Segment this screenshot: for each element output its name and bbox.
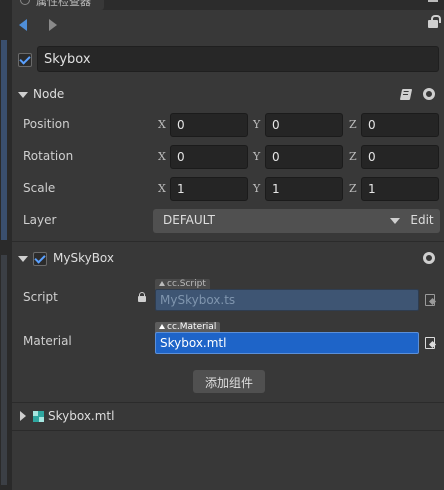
position-x-input[interactable]: 0	[170, 113, 248, 137]
material-asset-icon	[33, 411, 44, 422]
section-divider	[12, 430, 444, 431]
node-section-title: Node	[33, 87, 65, 101]
script-label: Script	[23, 290, 58, 304]
scale-x-input[interactable]: 1	[170, 177, 248, 201]
scale-y-input[interactable]: 1	[265, 177, 343, 201]
component-settings-gear-icon[interactable]	[423, 252, 435, 264]
lock-inspector-icon[interactable]	[428, 15, 441, 28]
scale-x-axis-label[interactable]: X	[158, 182, 166, 195]
scale-z-input[interactable]: 1	[361, 177, 439, 201]
material-asset-title: Skybox.mtl	[48, 409, 115, 423]
expand-triangle-icon[interactable]	[20, 411, 26, 421]
layer-label: Layer	[23, 213, 57, 227]
scene-edge-highlight	[1, 40, 7, 240]
add-component-button[interactable]: 添加组件	[193, 370, 265, 393]
myskybox-component-header[interactable]: MySkyBox	[12, 247, 444, 271]
rotation-y-axis-label[interactable]: Y	[253, 150, 260, 163]
navigation-bar	[12, 12, 444, 38]
rotation-y-input[interactable]: 0	[265, 145, 343, 169]
component-title: MySkyBox	[53, 251, 115, 265]
material-asset-section-header[interactable]: Skybox.mtl	[12, 405, 444, 429]
node-settings-gear-icon[interactable]	[423, 88, 435, 100]
panel-menu-icon[interactable]	[428, 0, 438, 2]
layer-select[interactable]: DEFAULT	[153, 209, 409, 233]
rotation-label: Rotation	[23, 149, 74, 163]
position-z-axis-label[interactable]: Z	[349, 118, 357, 131]
forward-arrow-icon[interactable]	[49, 19, 57, 31]
rotation-z-input[interactable]: 0	[361, 145, 439, 169]
position-x-axis-label[interactable]: X	[158, 118, 166, 131]
asset-tag-icon	[159, 281, 165, 286]
position-z-input[interactable]: 0	[361, 113, 439, 137]
scene-edge	[0, 0, 12, 490]
rotation-z-axis-label[interactable]: Z	[349, 150, 357, 163]
script-type-label: cc.Script	[167, 279, 206, 289]
layer-edit-button[interactable]: Edit	[404, 209, 440, 233]
back-arrow-icon[interactable]	[19, 19, 27, 31]
material-label: Material	[23, 334, 72, 348]
scale-label: Scale	[23, 181, 56, 195]
inspector-panel: 属性检查器 Skybox Node Position X 0 Y 0 Z 0 R…	[12, 0, 444, 490]
component-enabled-checkbox[interactable]	[33, 252, 47, 266]
asset-tag-icon	[159, 324, 165, 329]
position-y-axis-label[interactable]: Y	[253, 118, 260, 131]
scale-z-axis-label[interactable]: Z	[349, 182, 357, 195]
rotation-x-axis-label[interactable]: X	[158, 150, 166, 163]
panel-titlebar: 属性检查器	[12, 0, 444, 10]
script-asset-field: MySkybox.ts	[155, 289, 419, 311]
position-label: Position	[23, 117, 70, 131]
section-divider	[12, 402, 444, 403]
material-asset-field[interactable]: Skybox.mtl	[155, 332, 419, 354]
script-lock-icon	[138, 292, 146, 302]
collapse-triangle-icon[interactable]	[18, 256, 28, 262]
layer-select-value: DEFAULT	[163, 213, 215, 227]
rotation-x-input[interactable]: 0	[170, 145, 248, 169]
dropdown-caret-icon	[390, 218, 400, 224]
node-section-header[interactable]: Node	[12, 83, 444, 107]
scale-y-axis-label[interactable]: Y	[253, 182, 260, 195]
scene-edge-shade	[1, 255, 7, 485]
inspector-tab-title: 属性检查器	[36, 0, 91, 8]
material-type-label: cc.Material	[167, 322, 217, 332]
help-book-icon[interactable]	[399, 89, 413, 100]
locate-asset-icon[interactable]	[424, 292, 438, 308]
section-divider	[12, 241, 444, 242]
node-name-input[interactable]: Skybox	[37, 46, 439, 72]
collapse-triangle-icon[interactable]	[18, 92, 28, 98]
node-active-checkbox[interactable]	[18, 53, 32, 67]
position-y-input[interactable]: 0	[265, 113, 343, 137]
locate-asset-icon[interactable]	[424, 335, 438, 351]
